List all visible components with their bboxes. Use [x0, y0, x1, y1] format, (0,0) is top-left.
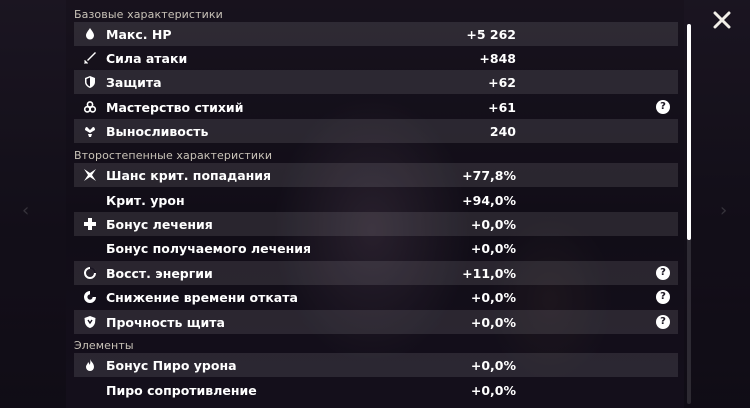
help-icon[interactable]: ? [656, 266, 670, 280]
stat-value: +11,0% [462, 265, 516, 281]
shield-icon [82, 74, 98, 90]
stamina-icon [82, 123, 98, 139]
section-title-base: Базовые характеристики [74, 8, 223, 21]
sword-icon [82, 50, 98, 66]
stat-row-incoming-healing[interactable]: Бонус получаемого лечения +0,0% [74, 236, 678, 260]
stat-value: 240 [489, 123, 516, 139]
stat-row-pyro-bonus[interactable]: Бонус Пиро урона +0,0% [74, 353, 678, 377]
stat-label: Бонус лечения [106, 216, 213, 232]
stat-label: Снижение времени отката [106, 289, 298, 305]
stat-label: Восст. энергии [106, 265, 213, 281]
stat-row-defense[interactable]: Защита +62 [74, 70, 678, 94]
stat-row-crit-rate[interactable]: Шанс крит. попадания +77,8% [74, 163, 678, 187]
stat-value: +0,0% [470, 314, 516, 330]
help-icon[interactable]: ? [656, 100, 670, 114]
section-title-secondary: Второстепенные характеристики [74, 149, 273, 162]
stat-value: +848 [479, 50, 516, 66]
stat-label: Крит. урон [106, 192, 185, 208]
stat-row-crit-damage[interactable]: Крит. урон +94,0% [74, 188, 678, 212]
stat-row-attack[interactable]: Сила атаки +848 [74, 46, 678, 70]
close-button[interactable] [708, 6, 736, 34]
stat-value: +94,0% [462, 192, 516, 208]
stat-value: +0,0% [470, 289, 516, 305]
hp-drop-icon [82, 26, 98, 42]
section-title-elements: Элементы [74, 339, 134, 352]
stat-value: +62 [488, 74, 516, 90]
stat-row-healing-bonus[interactable]: Бонус лечения +0,0% [74, 212, 678, 236]
stat-label: Шанс крит. попадания [106, 167, 272, 183]
stat-row-shield-strength[interactable]: Прочность щита +0,0% ? [74, 310, 678, 334]
stat-label: Бонус получаемого лечения [106, 240, 312, 256]
stat-row-pyro-res[interactable]: Пиро сопротивление +0,0% [74, 378, 678, 402]
stat-label: Сила атаки [106, 50, 188, 66]
stat-row-elemental-mastery[interactable]: Мастерство стихий +61 ? [74, 95, 678, 119]
stat-value: +5 262 [466, 26, 516, 42]
stat-label: Пиро сопротивление [106, 382, 257, 398]
stat-label: Мастерство стихий [106, 99, 244, 115]
cooldown-icon [82, 289, 98, 305]
healing-cross-icon [82, 216, 98, 232]
scrollbar-thumb[interactable] [687, 24, 691, 240]
elemental-mastery-icon [82, 99, 98, 115]
stat-row-cooldown-reduction[interactable]: Снижение времени отката +0,0% ? [74, 285, 678, 309]
stat-value: +0,0% [470, 240, 516, 256]
stat-label: Макс. HP [106, 26, 172, 42]
stat-row-stamina[interactable]: Выносливость 240 [74, 119, 678, 143]
help-icon[interactable]: ? [656, 315, 670, 329]
stat-value: +0,0% [470, 216, 516, 232]
attributes-panel: Базовые характеристики Макс. HP +5 262 С… [66, 0, 686, 408]
stat-row-max-hp[interactable]: Макс. HP +5 262 [74, 22, 678, 46]
crit-star-icon [82, 167, 98, 183]
stat-row-energy-recharge[interactable]: Восст. энергии +11,0% ? [74, 261, 678, 285]
stat-value: +0,0% [470, 382, 516, 398]
stat-label: Бонус Пиро урона [106, 357, 237, 373]
pyro-icon [82, 357, 98, 373]
stat-value: +0,0% [470, 357, 516, 373]
help-icon[interactable]: ? [656, 290, 670, 304]
stat-label: Прочность щита [106, 314, 225, 330]
stat-value: +77,8% [462, 167, 516, 183]
stat-value: +61 [488, 99, 516, 115]
scrollbar[interactable] [687, 24, 691, 404]
close-icon [713, 11, 731, 29]
stat-label: Защита [106, 74, 162, 90]
stat-label: Выносливость [106, 123, 209, 139]
shield-strength-icon [82, 314, 98, 330]
energy-recharge-icon [82, 265, 98, 281]
